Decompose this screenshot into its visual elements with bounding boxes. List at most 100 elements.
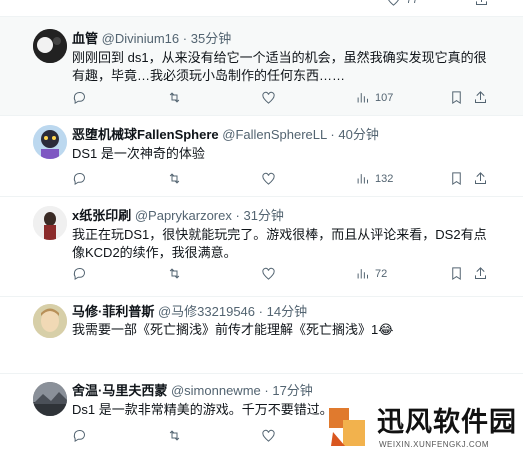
author-handle[interactable]: @马修33219546	[158, 304, 255, 319]
retweet-button[interactable]	[167, 266, 182, 281]
reply-button[interactable]	[72, 90, 87, 105]
timestamp[interactable]: 17分钟	[272, 383, 312, 398]
tweet-text: 我需要一部《死亡搁浅》前传才能理解《死亡搁浅》1😂	[72, 322, 394, 337]
separator: ·	[330, 127, 335, 142]
tweet-text: 刚刚回到 ds1，从来没有给它一个适当的机会，虽然我确实发现它真的很有趣，毕竟……	[72, 50, 487, 83]
timestamp[interactable]: 14分钟	[267, 304, 307, 319]
retweet-button[interactable]	[167, 428, 182, 443]
like-icon	[262, 267, 275, 280]
avatar-image	[33, 304, 67, 338]
bookmark-icon	[452, 172, 461, 186]
author-name[interactable]: 舍温·马里夫西蒙	[72, 383, 167, 398]
share-button[interactable]	[473, 171, 488, 186]
tweet-text: 我正在玩DS1，很快就能玩完了。游戏很棒，而且从评论来看，DS2有点像KCD2的…	[72, 227, 487, 260]
avatar[interactable]	[33, 125, 67, 159]
reply-button[interactable]	[72, 428, 87, 443]
tweet-text: DS1 是一次神奇的体验	[72, 146, 205, 161]
views-icon	[357, 174, 368, 184]
avatar[interactable]	[33, 382, 67, 416]
reply-icon	[73, 268, 85, 281]
action-bar: 72	[72, 266, 492, 284]
watermark: 迅风软件园 WEIXIN.XUNFENGKJ.COM	[325, 400, 520, 454]
share-icon	[475, 172, 486, 184]
share-icon	[475, 91, 486, 103]
previous-post-actions: 77	[0, 0, 523, 17]
like-icon	[262, 91, 275, 104]
views-count: 107	[375, 91, 394, 104]
views-count: 72	[375, 267, 388, 280]
timestamp[interactable]: 31分钟	[243, 208, 283, 223]
like-button[interactable]	[261, 266, 276, 281]
reply-button[interactable]	[72, 266, 87, 281]
retweet-icon	[169, 430, 180, 441]
avatar[interactable]	[33, 206, 67, 240]
reply-icon	[73, 173, 85, 186]
action-bar: 107	[72, 90, 492, 108]
like-button[interactable]: 77	[386, 0, 418, 7]
avatar-image	[33, 206, 67, 240]
bookmark-button[interactable]	[449, 171, 464, 186]
share-button[interactable]	[474, 0, 489, 7]
avatar-image	[33, 382, 67, 416]
watermark-logo	[329, 408, 365, 446]
reply-button[interactable]	[72, 171, 87, 186]
watermark-url: WEIXIN.XUNFENGKJ.COM	[379, 440, 490, 449]
tweet-header: 舍温·马里夫西蒙 @simonnewme · 17分钟	[72, 383, 313, 399]
retweet-button[interactable]	[167, 90, 182, 105]
author-name[interactable]: 血管	[72, 31, 98, 46]
like-icon	[262, 429, 275, 442]
separator: ·	[264, 383, 269, 398]
tweet[interactable]: 马修·菲利普斯 @马修33219546 · 14分钟 我需要一部《死亡搁浅》前传…	[0, 298, 523, 374]
views-button[interactable]: 72	[355, 266, 387, 281]
share-button[interactable]	[473, 90, 488, 105]
views-button[interactable]: 132	[355, 171, 393, 186]
share-icon	[476, 0, 487, 5]
avatar-image	[33, 125, 67, 159]
tweet[interactable]: x纸张印刷 @Paprykarzorex · 31分钟 我正在玩DS1，很快就能…	[0, 198, 523, 297]
tweet-header: 恶堕机械球FallenSphere @FallenSphereLL · 40分钟	[72, 127, 379, 143]
retweet-button[interactable]	[167, 171, 182, 186]
like-count: 77	[406, 0, 418, 6]
avatar[interactable]	[33, 304, 67, 338]
separator: ·	[235, 208, 240, 223]
timestamp[interactable]: 40分钟	[338, 127, 378, 142]
like-button[interactable]	[261, 428, 276, 443]
tweet[interactable]: 血管 @Divinium16 · 35分钟 刚刚回到 ds1，从来没有给它一个适…	[0, 17, 523, 116]
author-handle[interactable]: @simonnewme	[171, 383, 261, 398]
retweet-icon	[169, 92, 180, 103]
bookmark-icon	[452, 267, 461, 281]
bookmark-icon	[452, 91, 461, 105]
views-icon	[357, 93, 368, 103]
tweet[interactable]: 恶堕机械球FallenSphere @FallenSphereLL · 40分钟…	[0, 117, 523, 197]
author-handle[interactable]: @FallenSphereLL	[222, 127, 327, 142]
retweet-icon	[169, 173, 180, 184]
author-name[interactable]: 恶堕机械球FallenSphere	[72, 127, 219, 142]
avatar[interactable]	[33, 29, 67, 63]
author-name[interactable]: x纸张印刷	[72, 208, 131, 223]
tweet-header: x纸张印刷 @Paprykarzorex · 31分钟	[72, 208, 284, 224]
share-button[interactable]	[473, 266, 488, 281]
tweet-header: 马修·菲利普斯 @马修33219546 · 14分钟	[72, 304, 307, 320]
views-button[interactable]: 107	[355, 90, 393, 105]
bookmark-button[interactable]	[449, 266, 464, 281]
like-button[interactable]	[261, 90, 276, 105]
author-name[interactable]: 马修·菲利普斯	[72, 304, 154, 319]
tweet-header: 血管 @Divinium16 · 35分钟	[72, 31, 231, 47]
separator: ·	[182, 31, 188, 46]
timestamp[interactable]: 35分钟	[191, 31, 231, 46]
avatar-image	[33, 29, 67, 63]
watermark-brand: 迅风软件园	[377, 407, 517, 437]
like-button[interactable]	[261, 171, 276, 186]
author-handle[interactable]: @Paprykarzorex	[135, 208, 232, 223]
bookmark-button[interactable]	[449, 90, 464, 105]
separator: ·	[258, 304, 263, 319]
views-icon	[357, 269, 368, 279]
tweet-feed: 77 血管 @Divinium16 · 35分钟 刚刚回到 ds1，从来没有给它…	[0, 0, 523, 443]
share-icon	[475, 267, 486, 279]
action-bar: 132	[72, 171, 492, 189]
views-count: 132	[375, 172, 394, 185]
like-icon	[262, 172, 275, 185]
like-icon	[388, 0, 399, 6]
reply-icon	[73, 430, 85, 443]
author-handle[interactable]: @Divinium16	[102, 31, 180, 46]
